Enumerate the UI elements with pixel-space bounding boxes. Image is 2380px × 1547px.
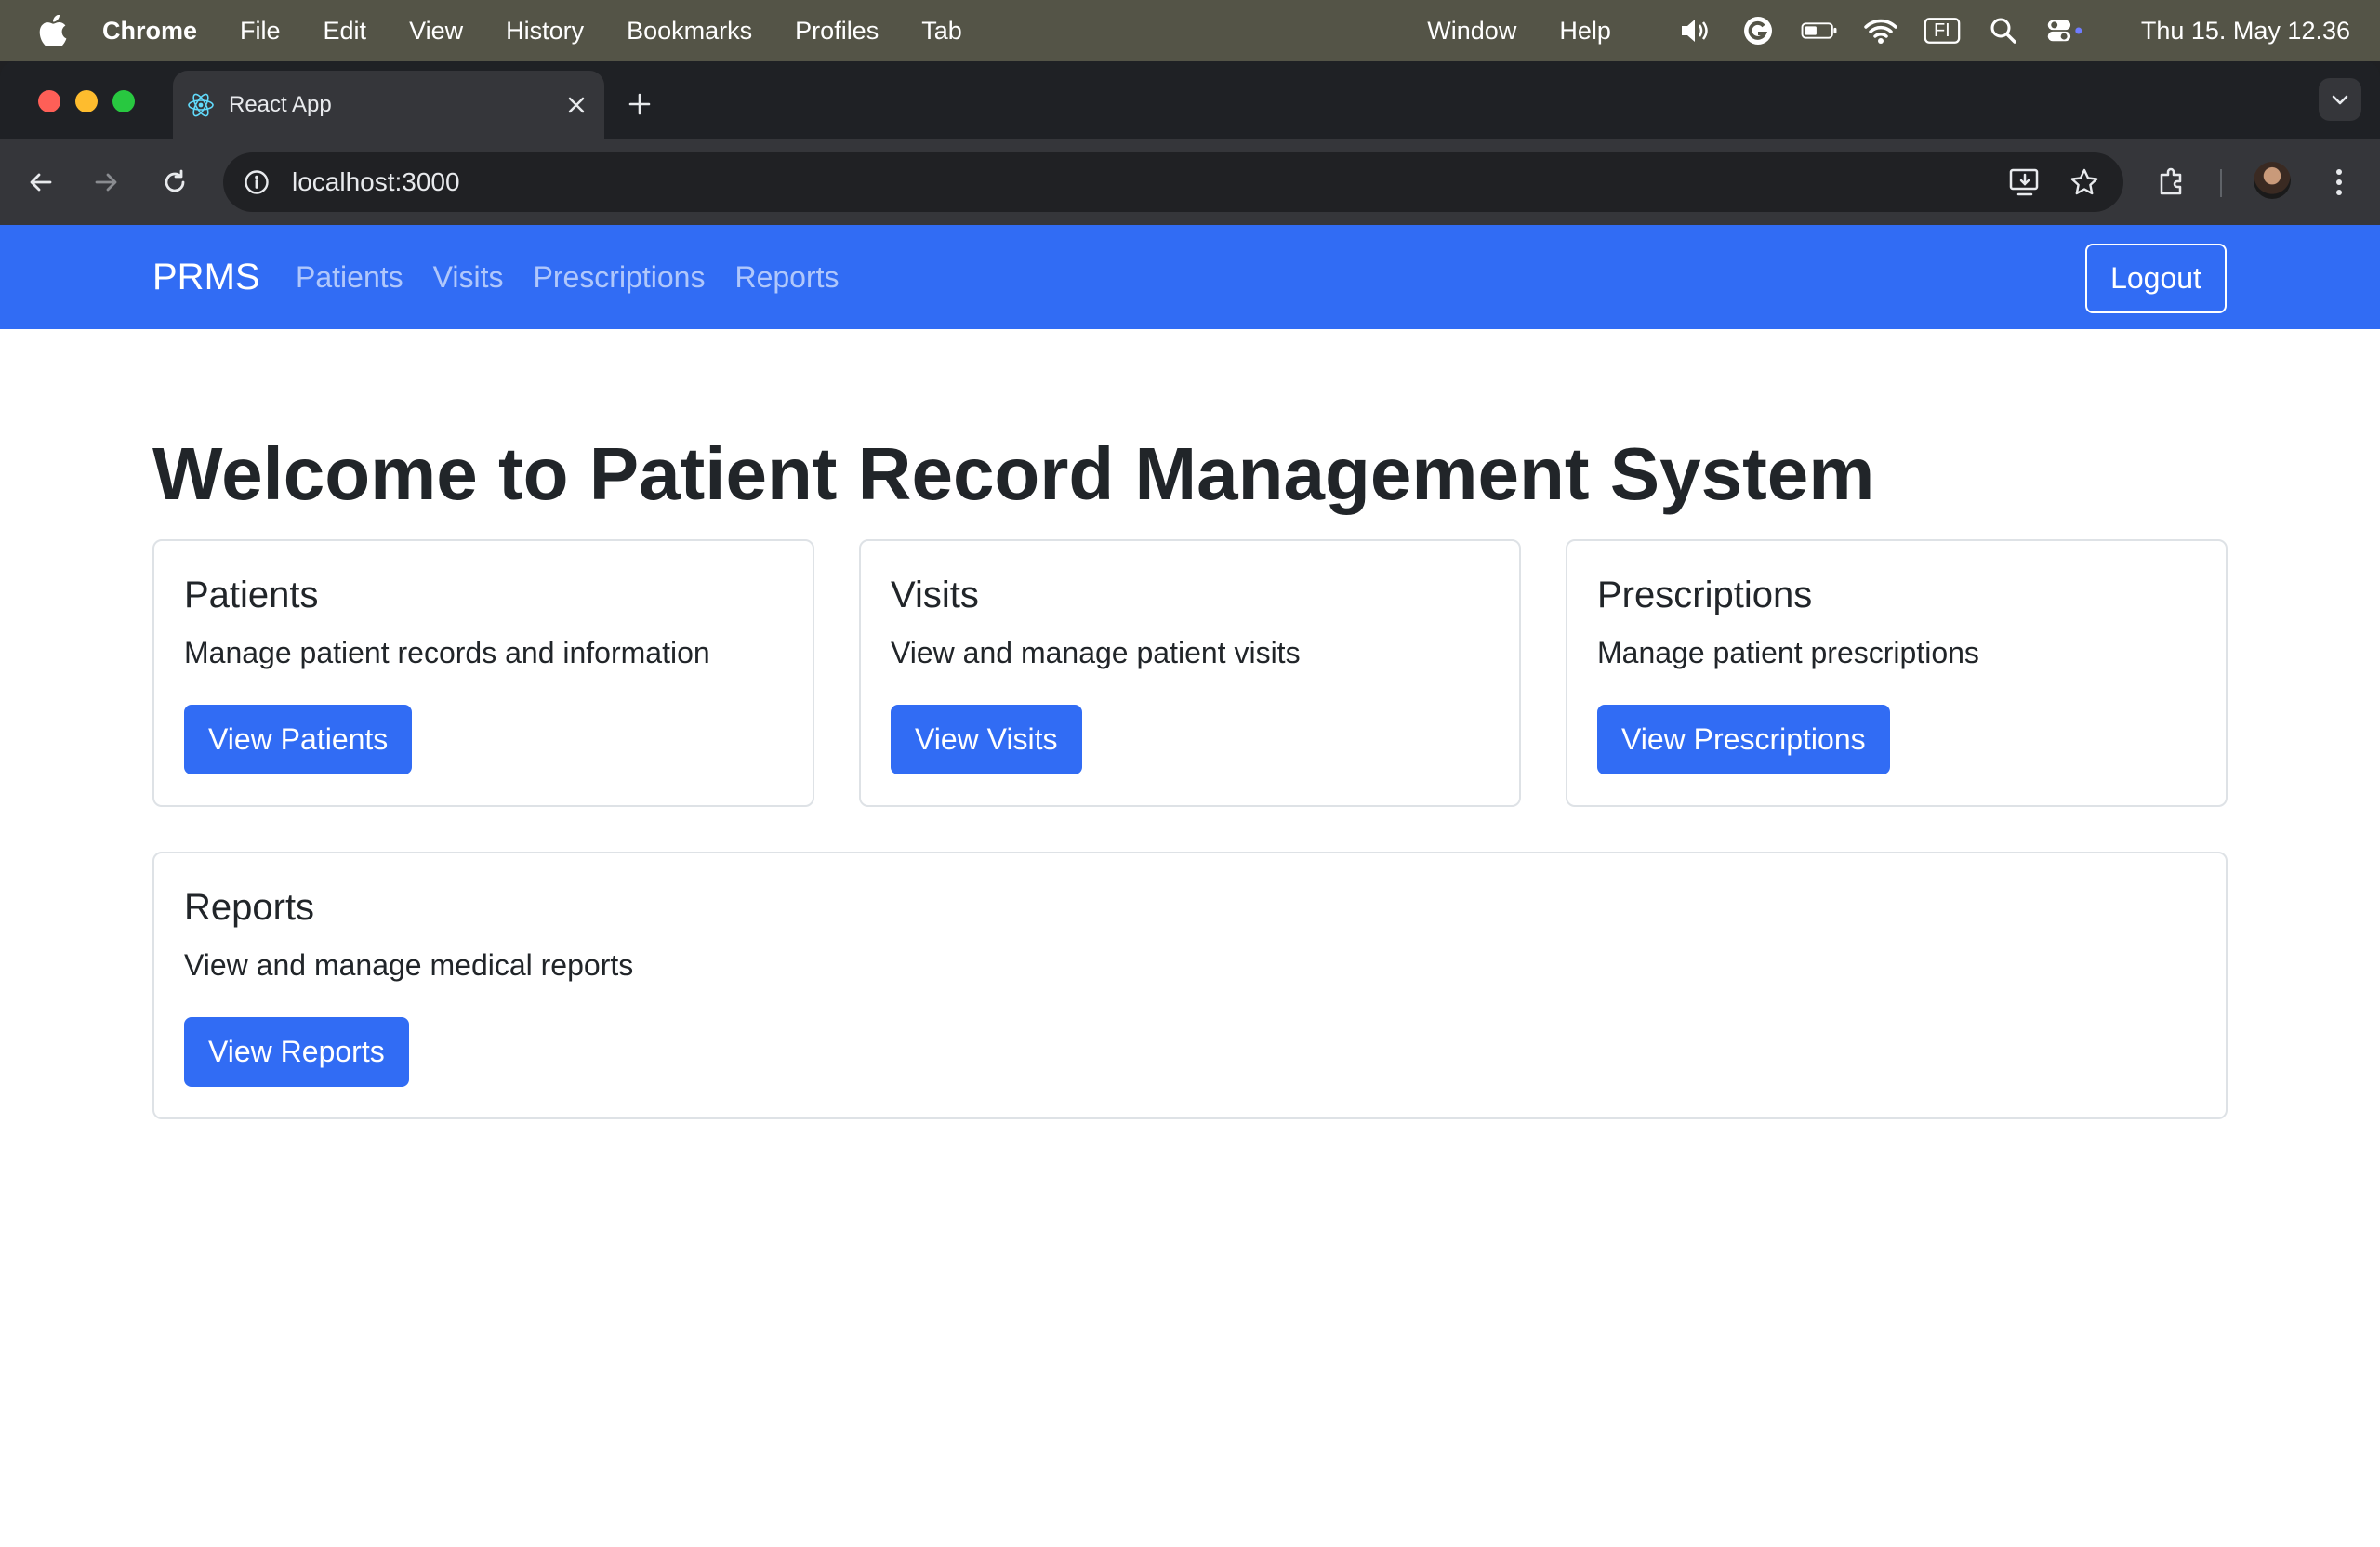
view-visits-button[interactable]: View Visits [891, 705, 1082, 774]
nav-link-patients[interactable]: Patients [296, 260, 403, 295]
tab-title: React App [229, 92, 332, 117]
macos-menu-bar: Chrome File Edit View History Bookmarks … [0, 0, 2380, 61]
nav-link-prescriptions[interactable]: Prescriptions [534, 260, 706, 295]
card-title: Prescriptions [1597, 575, 1813, 615]
card-title: Reports [184, 887, 315, 928]
volume-icon[interactable] [1678, 14, 1715, 47]
install-app-icon[interactable] [2004, 162, 2045, 203]
navbar-brand[interactable]: PRMS [152, 257, 260, 298]
tab-search-icon[interactable] [2319, 78, 2361, 121]
card-prescriptions: Prescriptions Manage patient prescriptio… [1566, 539, 2228, 807]
web-page: PRMS Patients Visits Prescriptions Repor… [0, 225, 2380, 1547]
menu-tab[interactable]: Tab [921, 17, 962, 46]
view-prescriptions-button[interactable]: View Prescriptions [1597, 705, 1890, 774]
page-title: Welcome to Patient Record Management Sys… [152, 432, 1875, 515]
extensions-puzzle-icon[interactable] [2148, 158, 2196, 206]
card-text: Manage patient records and information [184, 636, 710, 669]
card-reports: Reports View and manage medical reports … [152, 852, 2228, 1119]
menu-file[interactable]: File [240, 17, 281, 46]
menu-profiles[interactable]: Profiles [795, 17, 879, 46]
card-text: View and manage medical reports [184, 948, 634, 982]
battery-icon[interactable] [1801, 14, 1838, 47]
app-navbar: PRMS Patients Visits Prescriptions Repor… [0, 225, 2380, 329]
toolbar-divider [2220, 169, 2222, 197]
close-tab-icon[interactable] [562, 90, 591, 120]
apple-icon[interactable] [37, 15, 69, 46]
input-source-icon[interactable]: FI [1924, 14, 1961, 47]
more-menu-icon[interactable] [2315, 158, 2363, 206]
control-center-icon[interactable] [2046, 14, 2083, 47]
wifi-icon[interactable] [1862, 14, 1899, 47]
menubar-clock[interactable]: Thu 15. May 12.36 [2141, 17, 2350, 46]
input-source-label: FI [1933, 20, 1950, 41]
card-visits: Visits View and manage patient visits Vi… [859, 539, 1521, 807]
menu-window[interactable]: Window [1427, 17, 1516, 46]
menu-help[interactable]: Help [1559, 17, 1611, 46]
tab-strip: React App [0, 61, 2380, 139]
browser-window: React App localhost:3000 PRMS Patients V… [0, 61, 2380, 1547]
card-text: View and manage patient visits [891, 636, 1301, 669]
card-text: Manage patient prescriptions [1597, 636, 1979, 669]
reload-icon[interactable] [151, 158, 199, 206]
close-window-button[interactable] [38, 90, 60, 112]
back-icon[interactable] [17, 158, 65, 206]
view-patients-button[interactable]: View Patients [184, 705, 413, 774]
menu-history[interactable]: History [506, 17, 584, 46]
site-info-icon[interactable] [240, 165, 273, 199]
nav-links: Patients Visits Prescriptions Reports [296, 260, 869, 295]
menu-view[interactable]: View [409, 17, 463, 46]
nav-link-reports[interactable]: Reports [734, 260, 839, 295]
browser-tab-active[interactable]: React App [173, 71, 604, 139]
grammarly-icon[interactable] [1739, 14, 1777, 47]
browser-toolbar: localhost:3000 [0, 139, 2380, 225]
status-tray: FI [1654, 0, 2083, 61]
menubar-right: Window Help FI Thu 15. May 12.36 [1427, 0, 2380, 61]
card-title: Visits [891, 575, 979, 615]
url-text[interactable]: localhost:3000 [292, 167, 2004, 197]
spotlight-search-icon[interactable] [1985, 14, 2022, 47]
nav-link-visits[interactable]: Visits [433, 260, 504, 295]
new-tab-icon[interactable] [621, 86, 658, 123]
bookmark-star-icon[interactable] [2064, 162, 2105, 203]
react-favicon-icon [186, 90, 216, 120]
menu-bookmarks[interactable]: Bookmarks [627, 17, 752, 46]
menu-app-name[interactable]: Chrome [102, 17, 197, 46]
profile-avatar[interactable] [2254, 162, 2291, 199]
forward-icon[interactable] [82, 158, 130, 206]
menu-edit[interactable]: Edit [324, 17, 367, 46]
zoom-window-button[interactable] [112, 90, 135, 112]
minimize-window-button[interactable] [75, 90, 98, 112]
card-patients: Patients Manage patient records and info… [152, 539, 814, 807]
view-reports-button[interactable]: View Reports [184, 1017, 409, 1087]
card-title: Patients [184, 575, 319, 615]
logout-button[interactable]: Logout [2085, 244, 2227, 313]
address-bar[interactable]: localhost:3000 [223, 152, 2123, 212]
